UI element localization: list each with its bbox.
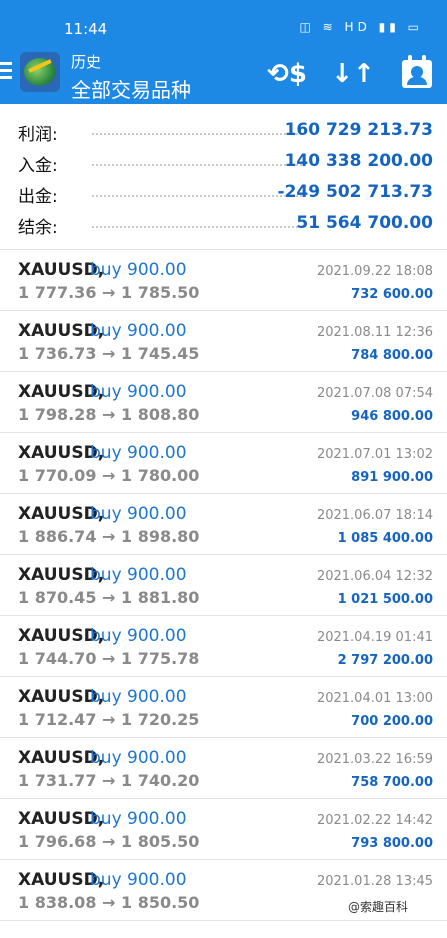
trade-direction: buy 900.00	[90, 260, 187, 280]
trade-direction: buy 900.00	[90, 626, 187, 646]
summary-label: 入金:	[18, 156, 58, 176]
trade-date: 2021.09.22 18:08	[316, 264, 433, 279]
trade-prices: 1 886.74 → 1 898.80	[18, 527, 200, 546]
currency-exchange-icon[interactable]: ⟲$	[267, 56, 307, 92]
summary-profit: 利润: 160 729 213.73	[0, 117, 447, 148]
metatrader-logo	[20, 52, 60, 92]
trade-prices: 1 736.73 → 1 745.45	[18, 344, 200, 363]
trade-profit: 1 085 400.00	[337, 531, 433, 546]
trade-profit: 2 797 200.00	[337, 653, 433, 668]
status-indicators: ◫ ≋ HD ▮▮ ▭	[299, 20, 423, 34]
trade-direction: buy 900.00	[90, 748, 187, 768]
trade-prices: 1 838.08 → 1 850.50	[18, 893, 200, 912]
trade-direction: buy 900.00	[90, 443, 187, 463]
trade-direction: buy 900.00	[90, 809, 187, 829]
trade-row[interactable]: XAUUSD, buy 900.00 1 777.36 → 1 785.50 2…	[0, 250, 447, 311]
trade-row[interactable]: XAUUSD, buy 900.00 1 744.70 → 1 775.78 2…	[0, 616, 447, 677]
trade-profit: 700 200.00	[351, 714, 433, 729]
trade-profit: 1 021 500.00	[337, 592, 433, 607]
dotted-leader	[92, 164, 302, 166]
calendar-user-icon[interactable]	[402, 55, 432, 88]
watermark-text: @索趣百科	[348, 900, 409, 914]
summary-value: 160 729 213.73	[284, 120, 433, 140]
summary-value: 51 564 700.00	[296, 213, 433, 233]
trade-direction: buy 900.00	[90, 382, 187, 402]
dotted-leader	[92, 195, 302, 197]
trade-direction: buy 900.00	[90, 870, 187, 890]
status-time: 11:44	[64, 20, 108, 38]
trade-date: 2021.06.07 18:14	[316, 508, 433, 523]
trade-date: 2021.01.28 13:45	[316, 874, 433, 889]
summary-label: 出金:	[18, 187, 58, 207]
summary-value: 140 338 200.00	[284, 151, 433, 171]
trade-date: 2021.06.04 12:32	[316, 569, 433, 584]
trade-profit: 732 600.00	[351, 287, 433, 302]
trade-profit: 758 700.00	[351, 775, 433, 790]
summary-value: -249 502 713.73	[277, 182, 433, 202]
page-subtitle: 历史	[71, 53, 102, 71]
trade-direction: buy 900.00	[90, 321, 187, 341]
trade-direction: buy 900.00	[90, 504, 187, 524]
sort-icon[interactable]: ↓↑	[331, 56, 375, 92]
trade-date: 2021.03.22 16:59	[316, 752, 433, 767]
trade-prices: 1 777.36 → 1 785.50	[18, 283, 200, 302]
trade-row[interactable]: XAUUSD, buy 900.00 1 736.73 → 1 745.45 2…	[0, 311, 447, 372]
trade-profit: 891 900.00	[351, 470, 433, 485]
trade-row[interactable]: XAUUSD, buy 900.00 1 712.47 → 1 720.25 2…	[0, 677, 447, 738]
summary-deposit: 入金: 140 338 200.00	[0, 148, 447, 179]
summary-panel: 利润: 160 729 213.73 入金: 140 338 200.00 出金…	[0, 104, 447, 250]
status-bar: 11:44 ◫ ≋ HD ▮▮ ▭	[0, 0, 447, 48]
trade-prices: 1 798.28 → 1 808.80	[18, 405, 200, 424]
summary-label: 结余:	[18, 218, 58, 238]
trade-date: 2021.02.22 14:42	[316, 813, 433, 828]
app-bar: 历史 全部交易品种 ⟲$ ↓↑	[0, 48, 447, 104]
trade-date: 2021.08.11 12:36	[316, 325, 433, 340]
trade-row[interactable]: XAUUSD, buy 900.00 1 731.77 → 1 740.20 2…	[0, 738, 447, 799]
trade-row[interactable]: XAUUSD, buy 900.00 1 886.74 → 1 898.80 2…	[0, 494, 447, 555]
trade-date: 2021.04.01 13:00	[316, 691, 433, 706]
summary-balance: 结余: 51 564 700.00	[0, 210, 447, 241]
trade-date: 2021.04.19 01:41	[316, 630, 433, 645]
summary-withdrawal: 出金: -249 502 713.73	[0, 179, 447, 210]
trade-row[interactable]: XAUUSD, buy 900.00 1 770.09 → 1 780.00 2…	[0, 433, 447, 494]
trade-direction: buy 900.00	[90, 687, 187, 707]
trade-date: 2021.07.08 07:54	[316, 386, 433, 401]
trade-row[interactable]: XAUUSD, buy 900.00 1 870.45 → 1 881.80 2…	[0, 555, 447, 616]
trade-profit: 946 800.00	[351, 409, 433, 424]
trade-prices: 1 870.45 → 1 881.80	[18, 588, 200, 607]
menu-icon[interactable]	[0, 62, 16, 84]
summary-label: 利润:	[18, 125, 58, 145]
trade-row[interactable]: XAUUSD, buy 900.00 1 796.68 → 1 805.50 2…	[0, 799, 447, 860]
page-title[interactable]: 全部交易品种	[71, 74, 191, 103]
trade-prices: 1 796.68 → 1 805.50	[18, 832, 200, 851]
trade-profit: 784 800.00	[351, 348, 433, 363]
trade-prices: 1 744.70 → 1 775.78	[18, 649, 200, 668]
trade-date: 2021.07.01 13:02	[316, 447, 433, 462]
trade-row[interactable]: XAUUSD, buy 900.00 1 798.28 → 1 808.80 2…	[0, 372, 447, 433]
trade-profit: 793 800.00	[351, 836, 433, 851]
trade-prices: 1 712.47 → 1 720.25	[18, 710, 200, 729]
dotted-leader	[92, 133, 302, 135]
trade-direction: buy 900.00	[90, 565, 187, 585]
trade-prices: 1 731.77 → 1 740.20	[18, 771, 200, 790]
trade-prices: 1 770.09 → 1 780.00	[18, 466, 200, 485]
dotted-leader	[92, 226, 302, 228]
